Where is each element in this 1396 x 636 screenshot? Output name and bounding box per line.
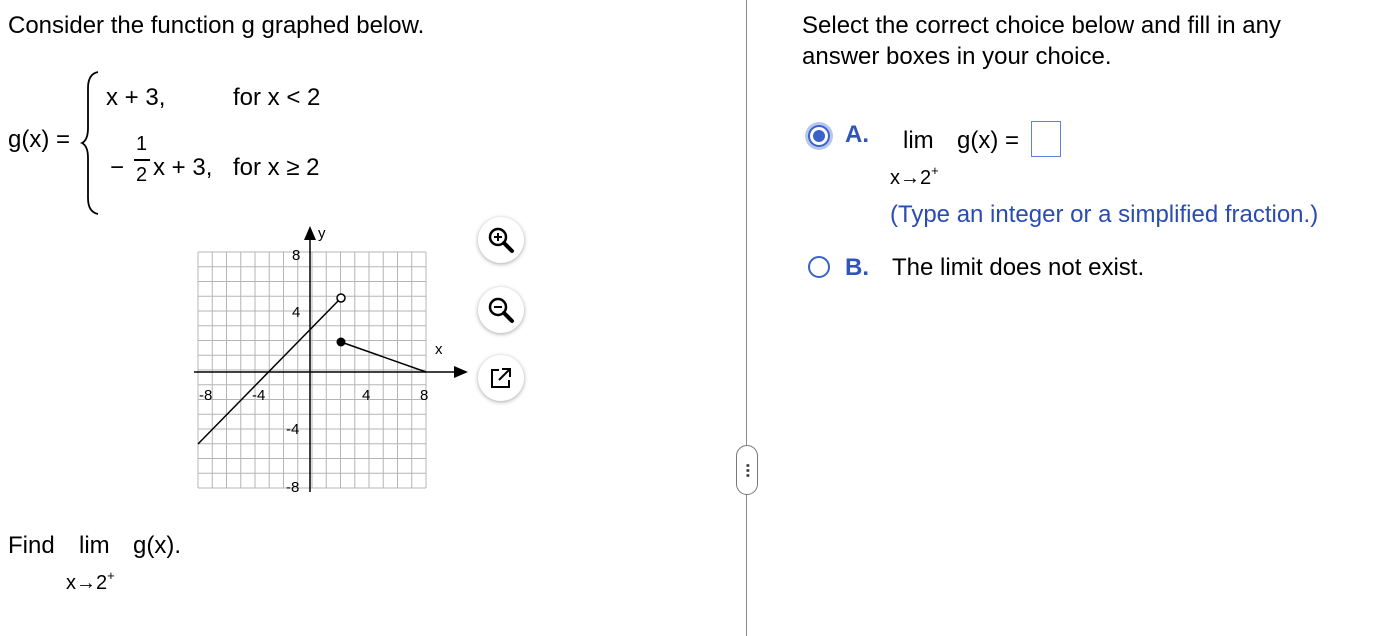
x-axis-arrow (454, 366, 468, 378)
choice-a-lim: lim (903, 127, 934, 154)
tick-x-neg8: -8 (199, 387, 212, 404)
y-axis-arrow (304, 226, 316, 240)
zoom-out-button[interactable] (478, 287, 524, 333)
closed-point (336, 337, 346, 347)
tick-y-4: 4 (292, 304, 300, 321)
open-point (336, 293, 346, 303)
instruction-line-1: Select the correct choice below and fill… (802, 12, 1281, 39)
piece2-minus: − (110, 154, 125, 181)
popout-button[interactable] (478, 355, 524, 401)
choice-a-hint: (Type an integer or a simplified fractio… (890, 201, 1319, 228)
tick-x-neg4: -4 (252, 387, 265, 404)
function-name: g(x) = (8, 126, 71, 153)
zoom-out-icon (488, 297, 514, 323)
tick-x-8: 8 (420, 387, 428, 404)
instruction-line-2: answer boxes in your choice. (802, 43, 1112, 70)
graph-grid (197, 251, 427, 489)
tick-y-neg8: -8 (286, 479, 299, 496)
lim-function: g(x). (133, 532, 181, 559)
question-intro: Consider the function g graphed below. (8, 12, 425, 39)
panel-divider (746, 0, 747, 636)
choice-a-subscript: x→2+ (890, 163, 939, 189)
tick-x-4: 4 (362, 387, 370, 404)
function-graph: y x -8 -4 4 8 8 4 -4 -8 (194, 225, 468, 496)
choice-b-text: The limit does not exist. (892, 254, 1145, 281)
left-brace (80, 71, 99, 215)
external-link-icon (491, 368, 511, 388)
choice-a-function: g(x) = (957, 127, 1020, 154)
y-axis-label: y (318, 225, 326, 242)
choice-a-letter: A. (845, 121, 869, 148)
piece2-denominator: 2 (136, 164, 148, 186)
choice-a-radio[interactable] (808, 125, 830, 147)
fraction-bar (134, 159, 150, 161)
zoom-in-button[interactable] (478, 217, 524, 263)
piece2-condition: for x ≥ 2 (233, 154, 320, 181)
find-label: Find (8, 532, 55, 559)
piece2-numerator: 1 (136, 133, 148, 155)
lim-subscript: x→2+ (66, 568, 115, 594)
choice-b-radio[interactable] (808, 256, 830, 278)
zoom-in-icon (488, 227, 514, 253)
lim-word: lim (79, 532, 110, 559)
drag-handle-icon: ··· (737, 462, 758, 478)
x-axis-label: x (435, 341, 443, 358)
tick-y-neg4: -4 (286, 421, 299, 438)
divider-handle[interactable]: ··· (736, 445, 758, 495)
choice-b-letter: B. (845, 254, 869, 281)
piece1-condition: for x < 2 (233, 84, 321, 111)
piece2-expression: x + 3, (153, 154, 213, 181)
piece1-expression: x + 3, (106, 84, 166, 111)
tick-y-8: 8 (292, 247, 300, 264)
answer-input-box[interactable] (1031, 121, 1061, 157)
